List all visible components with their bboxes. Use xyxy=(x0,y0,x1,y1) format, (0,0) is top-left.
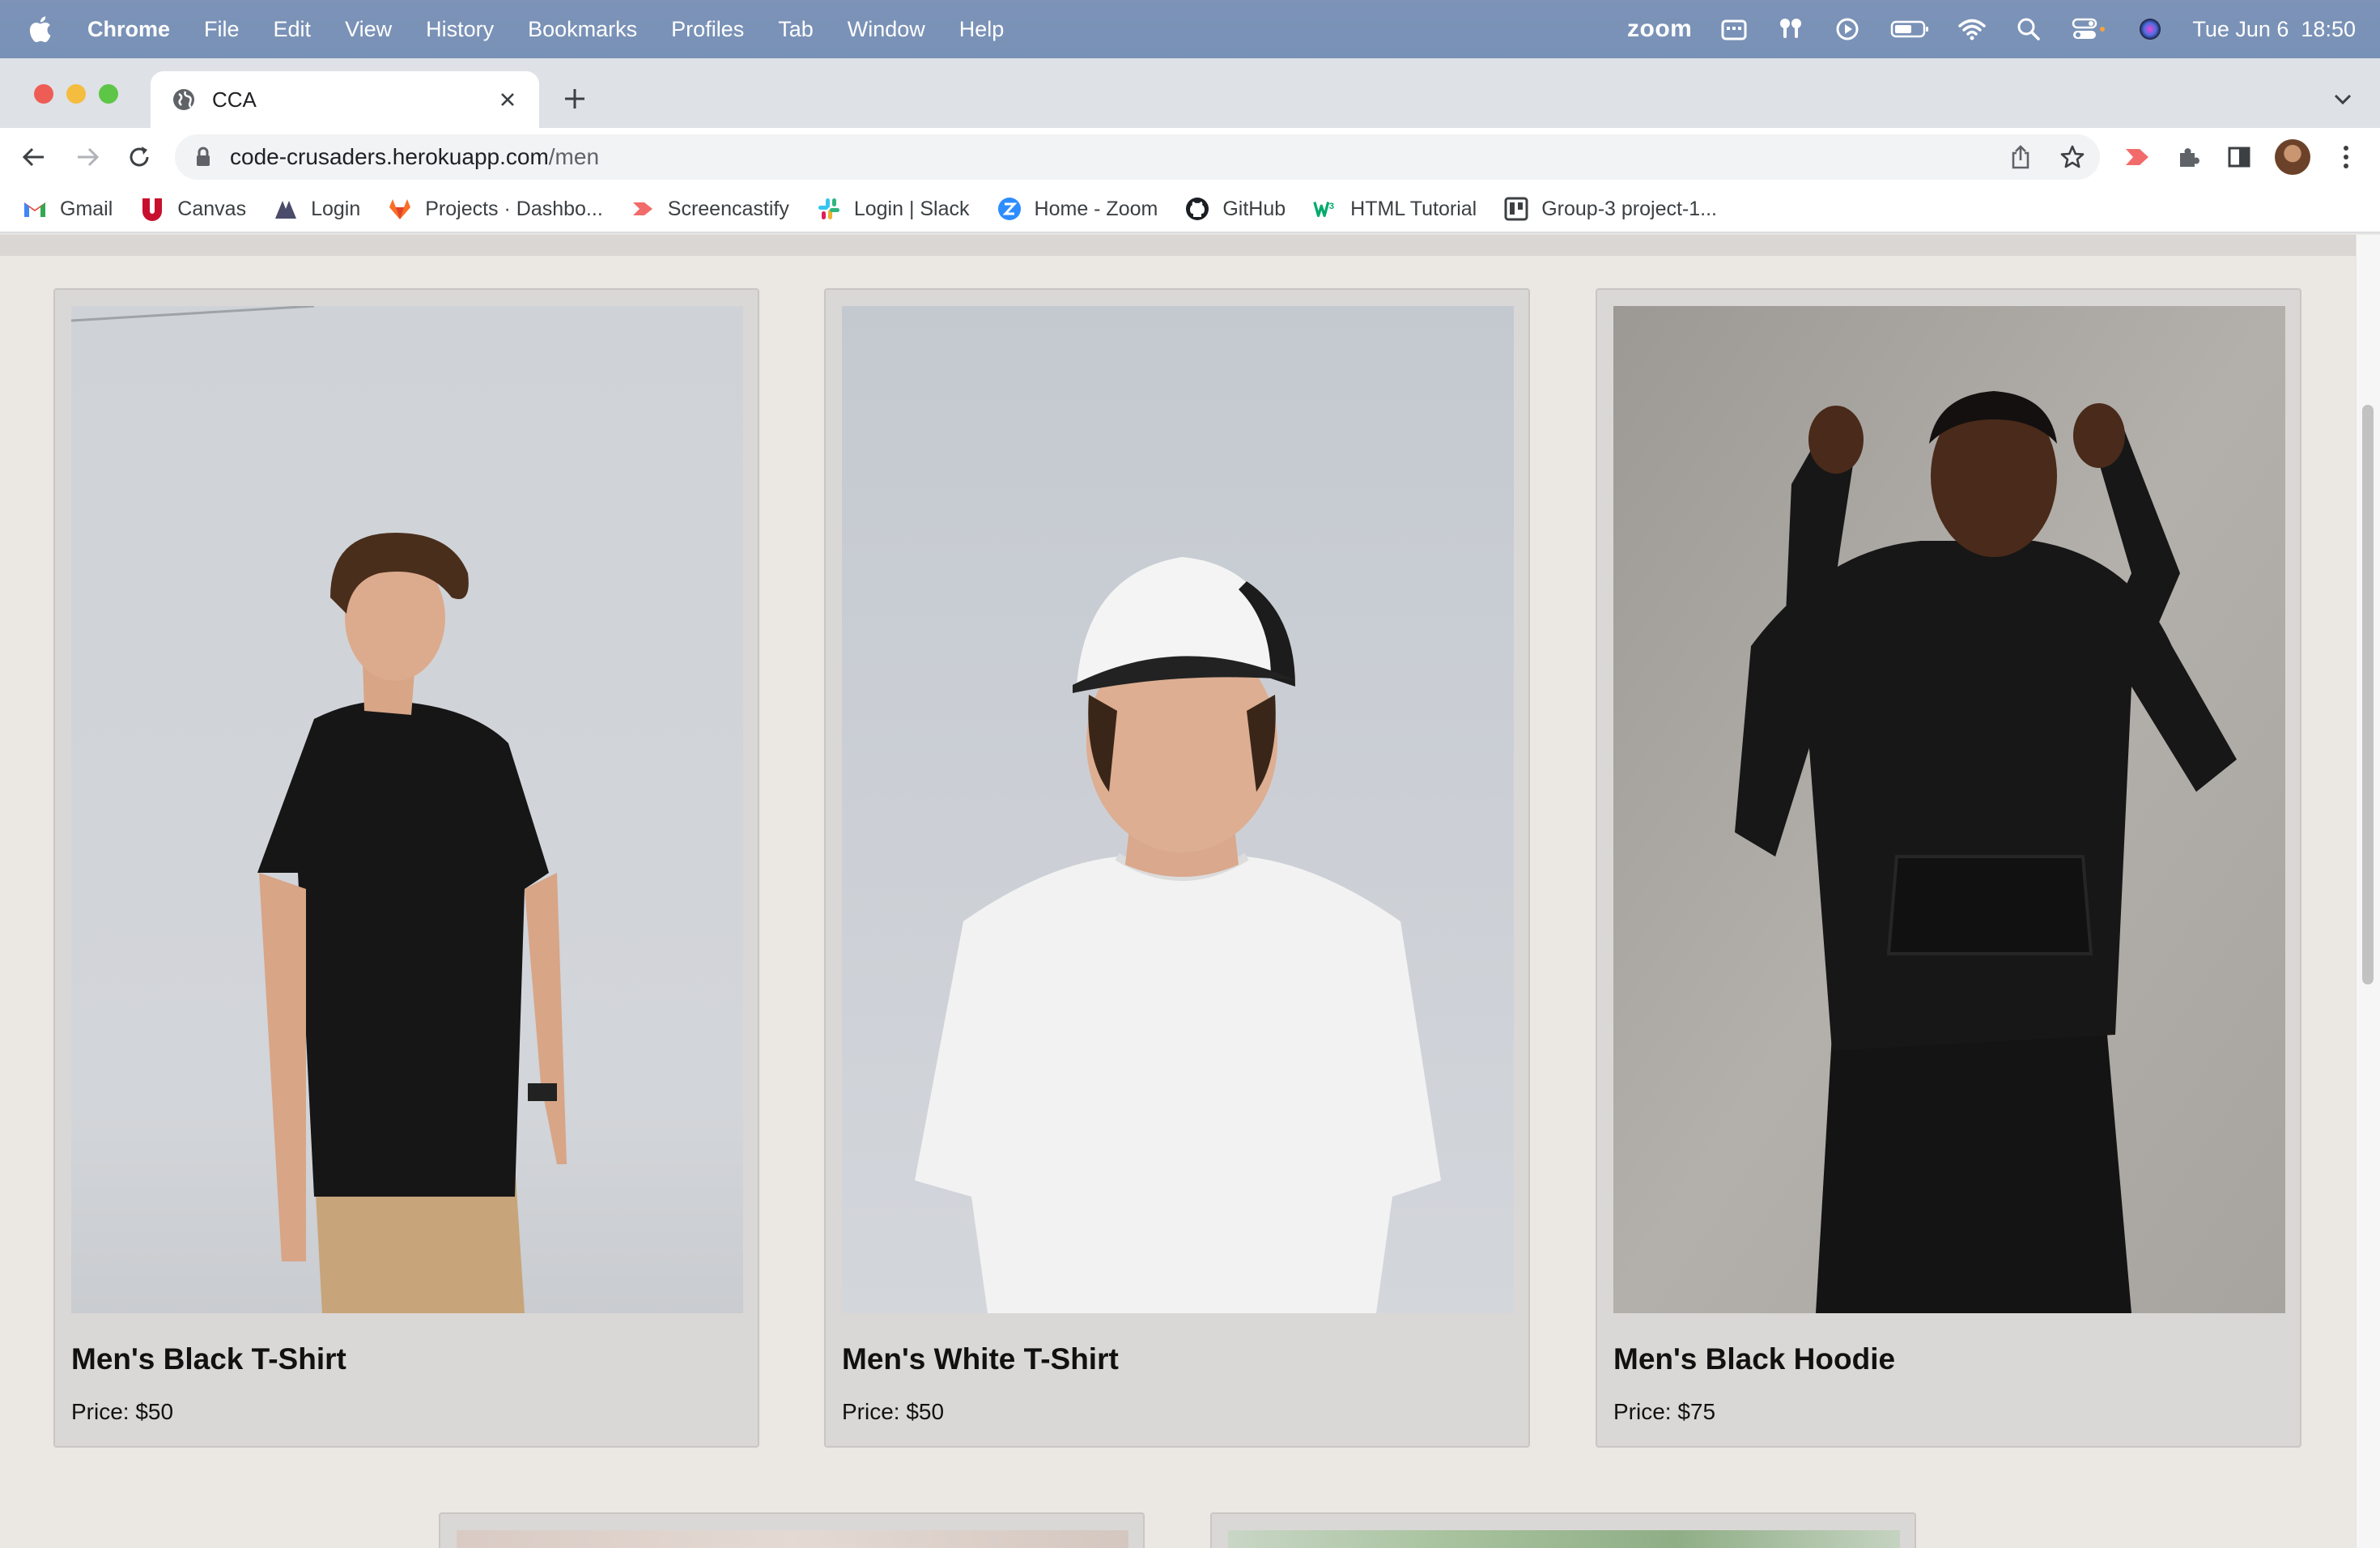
w3schools-icon: 3 xyxy=(1313,197,1337,221)
slack-icon xyxy=(817,197,841,221)
siri-icon[interactable] xyxy=(2136,15,2165,44)
product-price: Price: $75 xyxy=(1613,1399,1716,1424)
tab-search-chevron-down-icon[interactable] xyxy=(2331,87,2354,110)
product-name[interactable]: Men's Black T-Shirt xyxy=(71,1342,346,1376)
play-icon[interactable] xyxy=(1833,15,1862,44)
back-arrow-icon[interactable] xyxy=(19,142,49,172)
bookmarks-bar: Gmail Canvas Login Projects · Dashbo... … xyxy=(0,186,2380,233)
product-card[interactable]: Men's Black Hoodie Price: $75 xyxy=(1596,288,2301,1448)
menubar-datetime[interactable]: Tue Jun 6 18:50 xyxy=(2192,17,2356,42)
lock-icon[interactable] xyxy=(194,147,214,168)
bookmark-github[interactable]: GitHub xyxy=(1185,197,1286,221)
extensions-puzzle-icon[interactable] xyxy=(2174,142,2204,172)
menubar-status-area: zoom Tue Jun 6 18:50 xyxy=(1627,0,2356,58)
product-image-white-tshirt[interactable] xyxy=(842,306,1514,1313)
bookmark-label: HTML Tutorial xyxy=(1350,197,1477,220)
github-icon xyxy=(1185,197,1209,221)
product-name[interactable]: Men's Black Hoodie xyxy=(1613,1342,1895,1376)
side-panel-icon[interactable] xyxy=(2225,142,2254,172)
menu-help[interactable]: Help xyxy=(959,17,1005,42)
product-card-partial[interactable] xyxy=(1210,1512,1916,1548)
product-card[interactable]: Men's Black T-Shirt Price: $50 xyxy=(53,288,759,1448)
bookmark-label: Gmail xyxy=(60,197,113,220)
product-image-partial xyxy=(1228,1530,1900,1548)
gitlab-icon xyxy=(388,197,412,221)
control-center-icon[interactable] xyxy=(2071,15,2108,44)
macos-menu-bar: Chrome File Edit View History Bookmarks … xyxy=(0,0,2380,58)
canvas-icon xyxy=(140,197,164,221)
url-host: code-crusaders.herokuapp.com xyxy=(230,144,549,169)
bookmark-label: Group-3 project-1... xyxy=(1541,197,1717,220)
bookmark-canvas[interactable]: Canvas xyxy=(140,197,246,221)
menu-history[interactable]: History xyxy=(426,17,494,42)
bookmark-zoom[interactable]: Home - Zoom xyxy=(997,197,1158,221)
tab-cca[interactable]: CCA xyxy=(151,71,539,128)
product-card[interactable]: Men's White T-Shirt Price: $50 xyxy=(824,288,1530,1448)
bookmark-label: Login | Slack xyxy=(853,197,970,220)
address-bar[interactable]: code-crusaders.herokuapp.com/men xyxy=(175,134,2100,180)
bookmark-slack[interactable]: Login | Slack xyxy=(817,197,970,221)
gmail-icon xyxy=(23,197,47,221)
svg-text:3: 3 xyxy=(1329,202,1334,211)
bookmark-label: Login xyxy=(311,197,361,220)
profile-avatar[interactable] xyxy=(2275,139,2310,175)
bookmark-label: Screencastify xyxy=(667,197,789,220)
product-card-partial[interactable] xyxy=(439,1512,1145,1548)
new-tab-plus-icon[interactable] xyxy=(560,84,589,113)
share-icon[interactable] xyxy=(2006,142,2035,172)
kebab-menu-icon[interactable] xyxy=(2331,142,2361,172)
menu-profiles[interactable]: Profiles xyxy=(671,17,744,42)
product-image-black-tshirt[interactable] xyxy=(71,306,743,1313)
trello-icon xyxy=(1504,197,1528,221)
bookmark-screencastify[interactable]: Screencastify xyxy=(631,197,789,221)
product-price: Price: $50 xyxy=(842,1399,945,1424)
forward-arrow-icon[interactable] xyxy=(73,142,102,172)
window-minimize-button[interactable] xyxy=(66,84,86,104)
menu-view[interactable]: View xyxy=(345,17,392,42)
screencastify-extension-icon[interactable] xyxy=(2123,142,2152,172)
tab-close-icon[interactable] xyxy=(495,87,520,112)
product-name[interactable]: Men's White T-Shirt xyxy=(842,1342,1119,1376)
menu-file[interactable]: File xyxy=(204,17,240,42)
bookmark-login[interactable]: Login xyxy=(274,197,360,221)
bookmark-label: Canvas xyxy=(177,197,247,220)
screencastify-icon xyxy=(631,197,655,221)
apple-icon[interactable] xyxy=(28,15,63,43)
menu-window[interactable]: Window xyxy=(848,17,925,42)
bookmark-label: Projects · Dashbo... xyxy=(425,197,603,220)
product-price: Price: $50 xyxy=(71,1399,174,1424)
page-header-edge xyxy=(0,235,2356,256)
menu-edit[interactable]: Edit xyxy=(274,17,312,42)
page-content: Men's Black T-Shirt Price: $50 Men's Whi… xyxy=(0,235,2356,1548)
menu-tab[interactable]: Tab xyxy=(778,17,814,42)
bookmark-gmail[interactable]: Gmail xyxy=(23,197,113,221)
spotlight-search-icon[interactable] xyxy=(2014,15,2043,44)
product-image-partial xyxy=(457,1530,1128,1548)
battery-icon[interactable] xyxy=(1889,15,1930,44)
bookmark-html-tutorial[interactable]: 3 HTML Tutorial xyxy=(1313,197,1477,221)
product-image-black-hoodie[interactable] xyxy=(1613,306,2285,1313)
wifi-icon[interactable] xyxy=(1957,15,1987,44)
window-zoom-button[interactable] xyxy=(99,84,118,104)
bookmark-group-3-project[interactable]: Group-3 project-1... xyxy=(1504,197,1717,221)
zoom-status-label[interactable]: zoom xyxy=(1627,15,1692,43)
login-icon xyxy=(274,197,298,221)
zoom-icon xyxy=(997,197,1022,221)
window-close-button[interactable] xyxy=(34,84,53,104)
bookmark-label: Home - Zoom xyxy=(1034,197,1158,220)
bookmark-label: GitHub xyxy=(1222,197,1286,220)
bookmark-projects-dashboard[interactable]: Projects · Dashbo... xyxy=(388,197,603,221)
globe-icon xyxy=(172,87,196,112)
url-text[interactable]: code-crusaders.herokuapp.com/men xyxy=(230,144,599,170)
menu-app-name[interactable]: Chrome xyxy=(87,17,170,42)
tab-title: CCA xyxy=(212,87,257,112)
bookmark-star-icon[interactable] xyxy=(2058,142,2087,172)
reload-icon[interactable] xyxy=(125,142,154,172)
url-path: /men xyxy=(548,144,600,169)
calendar-icon[interactable] xyxy=(1719,15,1749,44)
airpods-icon[interactable] xyxy=(1776,15,1805,44)
scrollbar-thumb[interactable] xyxy=(2362,405,2374,985)
menu-bookmarks[interactable]: Bookmarks xyxy=(528,17,637,42)
